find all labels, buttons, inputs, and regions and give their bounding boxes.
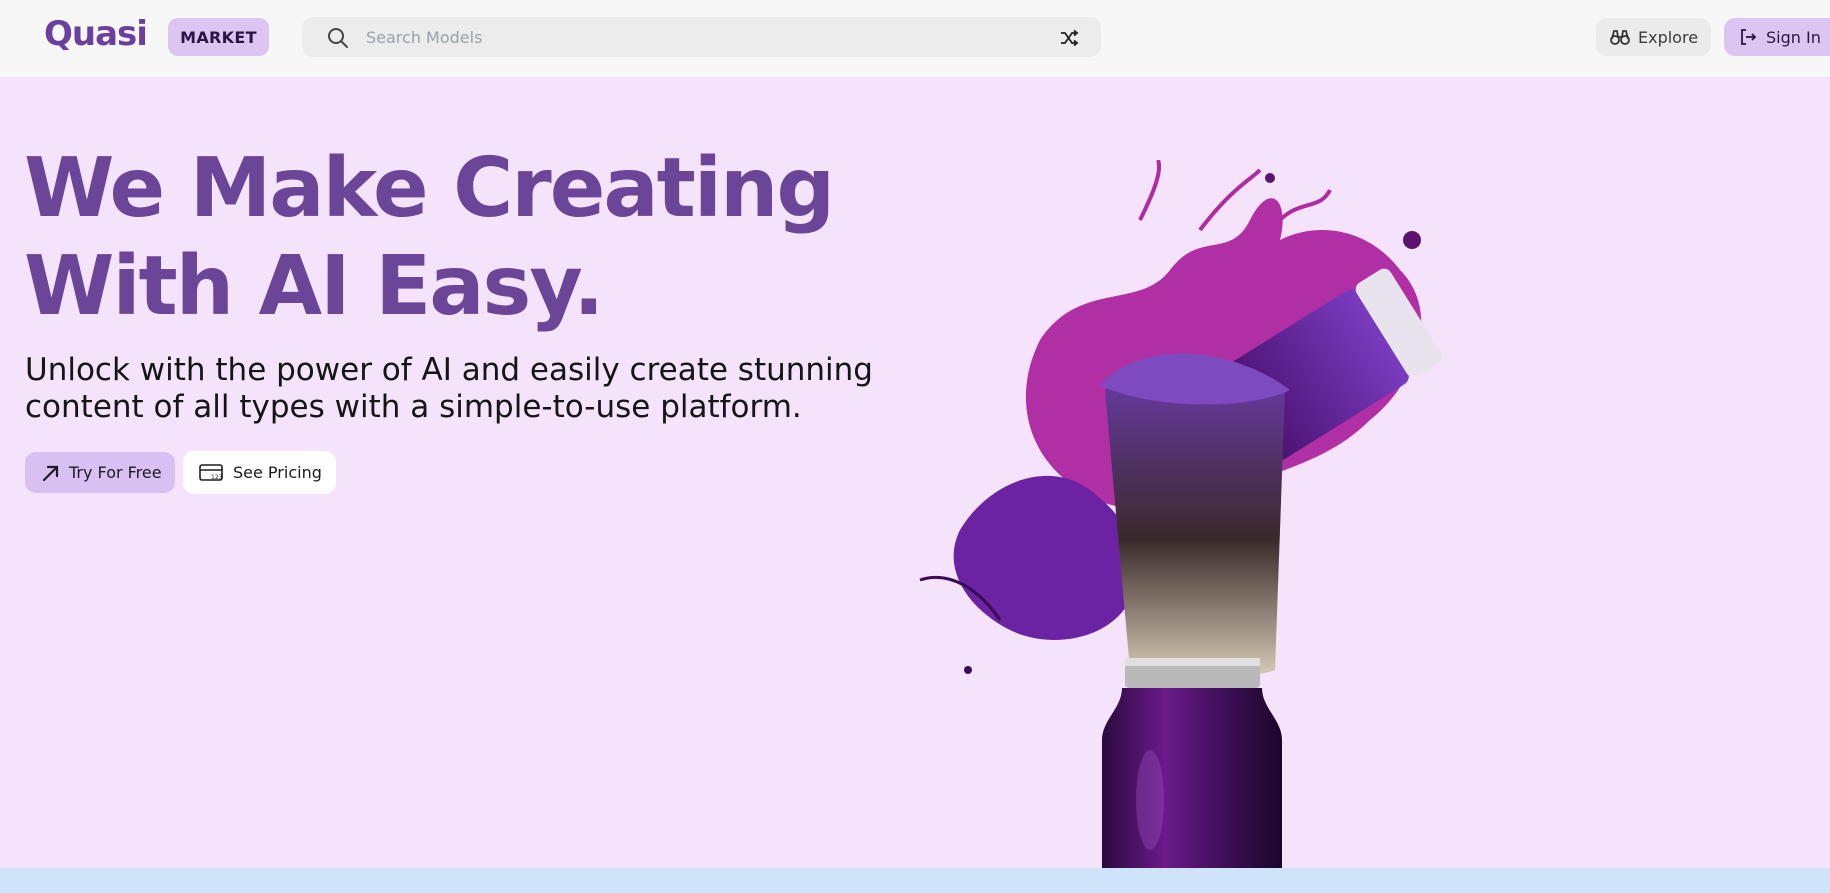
see-pricing-label: See Pricing: [233, 463, 322, 482]
try-for-free-label: Try For Free: [69, 463, 162, 482]
search-bar[interactable]: [302, 17, 1101, 57]
svg-text:123: 123: [211, 474, 223, 481]
binoculars-icon: [1610, 30, 1630, 45]
search-input[interactable]: [366, 23, 1026, 51]
hero-subtitle: Unlock with the power of AI and easily c…: [25, 352, 905, 426]
see-pricing-button[interactable]: 123 See Pricing: [183, 451, 336, 494]
hero-title-line-2: With AI Easy.: [24, 239, 604, 334]
next-section-strip: [0, 868, 1830, 893]
sign-in-button[interactable]: Sign In: [1724, 18, 1830, 56]
market-badge[interactable]: MARKET: [168, 18, 269, 56]
hero-title-line-1: We Make Creating: [24, 141, 835, 236]
price-card-icon: 123: [199, 463, 223, 481]
quasi-logo[interactable]: Quasi: [44, 14, 148, 54]
arrow-up-right-icon: [42, 465, 59, 481]
paint-brush-splash-image: [919, 160, 1442, 870]
explore-label: Explore: [1638, 27, 1699, 47]
top-navigation-bar: Quasi MARKET Explore Sign In: [0, 0, 1830, 77]
hero-subtitle-line-2: content of all types with a simple-to-us…: [25, 389, 802, 425]
search-icon: [328, 28, 348, 48]
shuffle-icon[interactable]: [1059, 28, 1079, 48]
hero-subtitle-line-1: Unlock with the power of AI and easily c…: [25, 352, 873, 388]
sign-in-icon: [1741, 29, 1757, 45]
sign-in-label: Sign In: [1766, 27, 1821, 47]
explore-button[interactable]: Explore: [1596, 18, 1711, 56]
hero-title: We Make Creating With AI Easy.: [24, 140, 884, 336]
try-for-free-button[interactable]: Try For Free: [25, 452, 175, 493]
